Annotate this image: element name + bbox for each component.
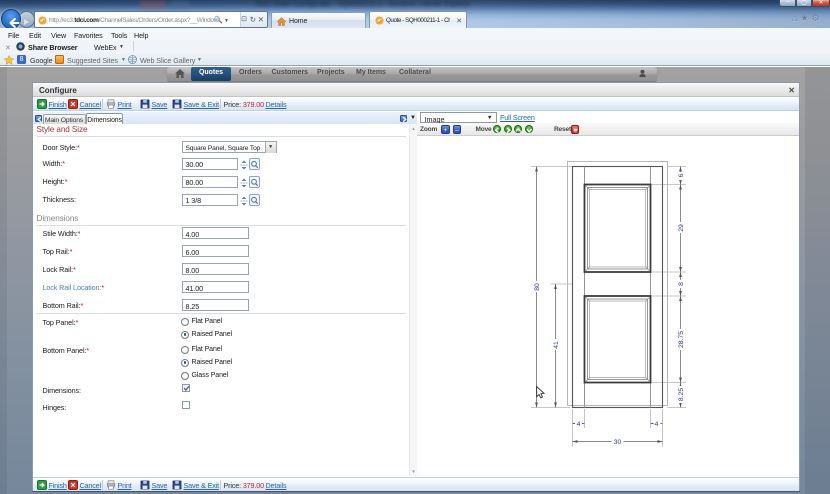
svg-text:28.75: 28.75: [678, 331, 685, 348]
svg-text:80: 80: [534, 283, 541, 291]
svg-text:4: 4: [655, 421, 659, 428]
svg-text:29: 29: [678, 224, 685, 232]
svg-text:41: 41: [553, 341, 560, 349]
svg-text:30: 30: [614, 439, 622, 446]
svg-text:6: 6: [678, 173, 685, 177]
svg-text:8: 8: [678, 282, 685, 286]
svg-text:4: 4: [577, 421, 581, 428]
svg-text:8.25: 8.25: [678, 388, 685, 401]
